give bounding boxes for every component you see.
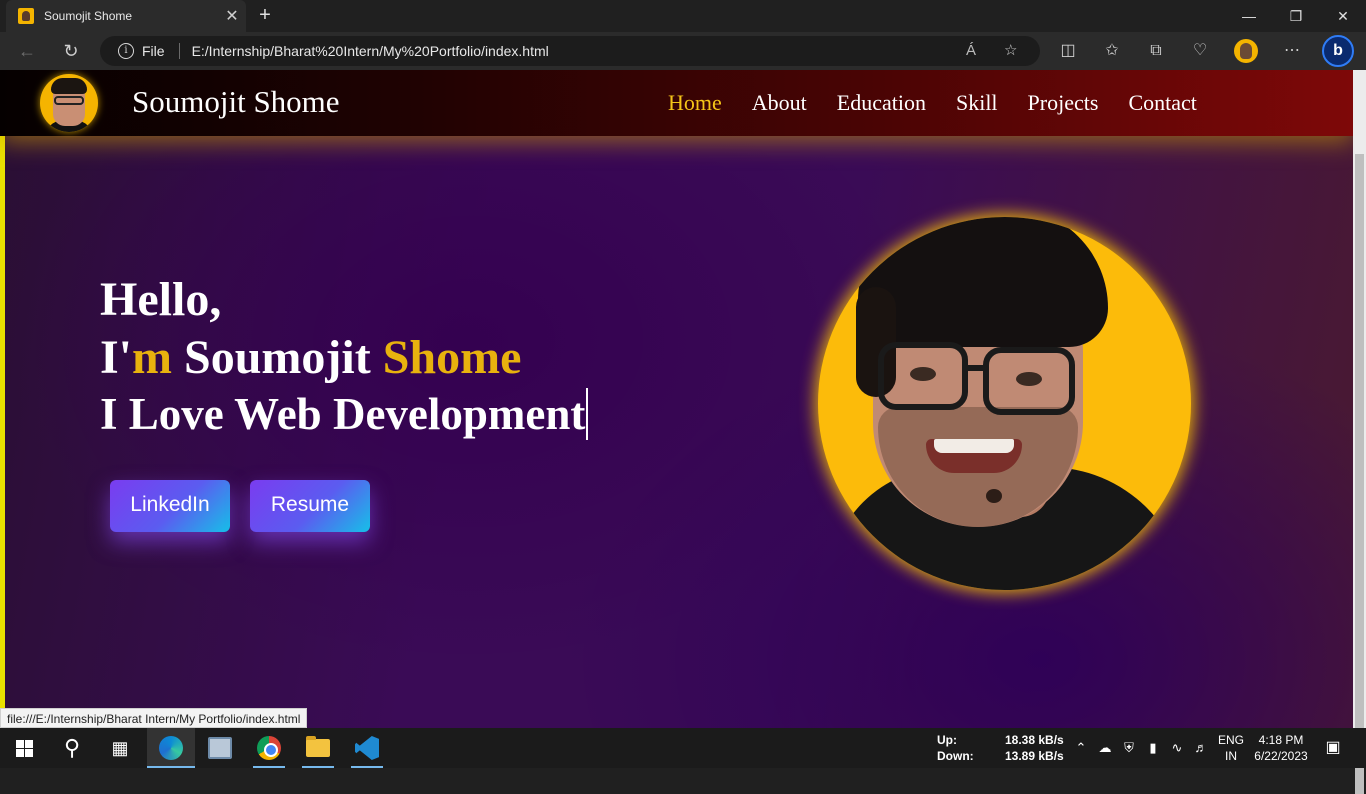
task-view-icon[interactable]: ▦ [96,728,144,768]
site-brand-name[interactable]: Soumojit Shome [132,84,340,120]
nav-home[interactable]: Home [668,90,722,116]
info-icon[interactable]: i [118,43,134,59]
resume-button[interactable]: Resume [250,480,370,532]
profile-icon[interactable] [1234,39,1258,63]
chrome-icon[interactable] [245,728,293,768]
linkedin-button[interactable]: LinkedIn [110,480,230,532]
address-scheme-label: File [142,43,165,59]
bing-icon[interactable]: b [1322,35,1354,67]
chevron-up-icon[interactable]: ⌃ [1070,728,1092,768]
minimize-button[interactable]: — [1226,0,1272,32]
defender-icon[interactable]: ⛨ [1118,728,1140,768]
photos-icon[interactable] [196,728,244,768]
site-header: Soumojit Shome Home About Education Skil… [0,70,1353,136]
web-page: Soumojit Shome Home About Education Skil… [0,70,1353,728]
address-bar[interactable]: i File E:/Internship/Bharat%20Intern/My%… [100,36,1040,66]
tab-close-icon[interactable]: ✕ [218,6,246,26]
net-labels: Up: Down: [937,733,974,763]
refresh-icon[interactable]: ↻ [56,37,86,65]
tab-title: Soumojit Shome [44,9,133,23]
hero-intro: I'm Soumojit Shome [100,331,522,384]
hero-tagline: I Love Web Development [100,388,589,440]
file-explorer-icon[interactable] [294,728,342,768]
window-close-button[interactable]: ✕ [1320,0,1366,32]
notifications-icon[interactable]: ▣ [1318,728,1348,768]
collections-icon[interactable]: ⧉ [1141,37,1171,65]
left-accent-bar [0,136,5,728]
language-indicator[interactable]: ENG IN [1216,732,1246,764]
page-scrollbar[interactable] [1353,70,1366,794]
link-status-bar: file:///E:/Internship/Bharat Intern/My P… [0,708,308,728]
clock[interactable]: 4:18 PM 6/22/2023 [1250,732,1312,764]
search-icon[interactable]: ⚲ [48,728,96,768]
favorite-star-icon[interactable]: ☆ [1004,36,1017,66]
nav-about[interactable]: About [752,90,807,116]
scrollbar-thumb[interactable] [1355,154,1364,794]
edge-icon[interactable] [147,728,195,768]
wifi-icon[interactable]: ∿ [1166,728,1188,768]
net-values: 18.38 kB/s 13.89 kB/s [1005,733,1064,763]
back-icon[interactable]: ← [12,37,42,65]
address-divider [178,43,180,59]
read-aloud-icon[interactable]: Á [966,36,976,66]
nav-contact[interactable]: Contact [1128,90,1196,116]
logo-avatar[interactable] [40,74,98,132]
nav-skill[interactable]: Skill [956,90,998,116]
restore-button[interactable]: ❐ [1273,0,1319,32]
hero-text: Hello, I'm Soumojit Shome I Love Web Dev… [100,272,589,440]
main-nav: Home About Education Skill Projects Cont… [668,90,1197,116]
browser-toolbar: ← ↻ i File E:/Internship/Bharat%20Intern… [0,32,1366,70]
nav-education[interactable]: Education [837,90,926,116]
site-favicon-icon [18,8,34,24]
more-icon[interactable]: ⋯ [1277,37,1307,65]
new-tab-button[interactable]: + [252,4,278,28]
nav-projects[interactable]: Projects [1028,90,1099,116]
split-screen-icon[interactable]: ◫ [1053,37,1083,65]
browser-essentials-icon[interactable]: ♡ [1185,37,1215,65]
hero-greeting: Hello, [100,273,222,326]
browser-tab[interactable]: Soumojit Shome ✕ [6,0,246,32]
favorites-icon[interactable]: ✩ [1097,37,1127,65]
windows-taskbar: ⚲ ▦ Up: Down: 18.38 kB/s 13.89 kB/s ⌃ ☁ ⛨ … [0,728,1366,768]
profile-photo [818,217,1191,590]
start-icon[interactable] [0,728,48,768]
browser-tab-bar: Soumojit Shome ✕ + — ❐ ✕ [0,0,1366,32]
volume-icon[interactable]: ♬ [1190,728,1212,768]
vscode-icon[interactable] [343,728,391,768]
battery-icon[interactable]: ▮ [1142,728,1164,768]
address-url[interactable]: E:/Internship/Bharat%20Intern/My%20Portf… [192,43,549,59]
onedrive-icon[interactable]: ☁ [1094,728,1116,768]
